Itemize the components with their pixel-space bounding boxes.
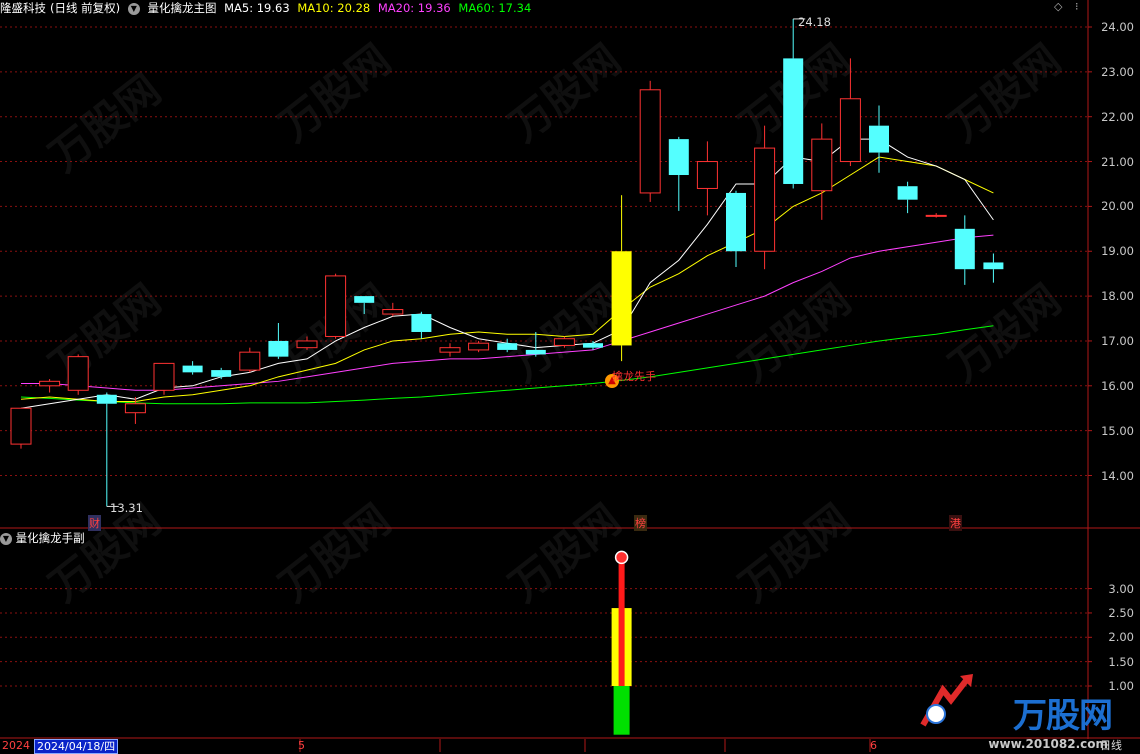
candle-body xyxy=(839,98,861,163)
sub-green-bar xyxy=(613,686,630,735)
candle-body xyxy=(296,340,318,349)
price-tick-label: 17.00 xyxy=(1101,333,1134,348)
month-5-label: 5 xyxy=(298,739,305,752)
price-tick-label: 22.00 xyxy=(1101,109,1134,124)
ma5-value: MA5: 19.63 xyxy=(224,1,290,15)
ma10-value: MA10: 20.28 xyxy=(297,1,371,15)
candle-body xyxy=(211,370,232,377)
date-start: 2024 xyxy=(2,739,30,752)
candle-body xyxy=(668,139,689,176)
date-axis: 2024 2024/04/18/四 5 6 日线 xyxy=(0,739,1140,754)
sub-tick-label: 3.00 xyxy=(1108,581,1134,596)
signal-label: 擒龙先手 xyxy=(612,370,656,383)
candle-body xyxy=(553,338,575,346)
candle-body xyxy=(268,340,289,357)
candle-body xyxy=(583,343,603,348)
candle-body xyxy=(354,296,375,303)
candle-body xyxy=(10,407,32,445)
ma20-value: MA20: 19.36 xyxy=(377,1,451,15)
candle-body xyxy=(783,58,804,184)
price-tick-label: 24.00 xyxy=(1101,20,1134,34)
price-tick-label: 15.00 xyxy=(1101,423,1134,438)
candle-body xyxy=(468,342,490,351)
candle-body xyxy=(382,309,404,315)
candle-body xyxy=(153,362,175,391)
price-tick-label: 21.00 xyxy=(1101,154,1134,169)
month-6-label: 6 xyxy=(870,739,877,752)
sub-tick-label: 1.00 xyxy=(1108,679,1134,693)
candle-body xyxy=(869,125,889,153)
brand-logo: 万股网 xyxy=(1013,696,1113,736)
more-icon[interactable]: ⁝ xyxy=(1075,0,1079,13)
candle-body xyxy=(67,356,89,391)
brand-url: www.201082.com xyxy=(988,737,1108,751)
price-tick-label: 23.00 xyxy=(1101,64,1134,79)
candle-body xyxy=(439,347,461,353)
candlestick-chart[interactable] xyxy=(0,0,1140,753)
sub-indicator-title: ▼ 量化擒龙手副 xyxy=(0,530,85,546)
ranking-marker[interactable]: 榜 xyxy=(634,515,647,531)
candle-body xyxy=(39,380,61,387)
sub-tick-label: 2.50 xyxy=(1108,605,1134,620)
candle-body xyxy=(726,192,746,252)
candle-body xyxy=(811,138,833,192)
sub-indicator-name[interactable]: 量化擒龙手副 xyxy=(16,531,85,545)
sub-red-bar xyxy=(618,559,625,686)
candle-body xyxy=(611,251,632,346)
selected-date: 2024/04/18/四 xyxy=(34,739,119,754)
finance-marker[interactable]: 财 xyxy=(88,515,101,531)
sub-indicator-menu-icon[interactable]: ▼ xyxy=(0,532,12,545)
candle-body xyxy=(411,314,432,332)
candle-body xyxy=(983,262,1004,270)
period-label: (日线 前复权) xyxy=(50,1,121,15)
hk-connect-marker[interactable]: 港 xyxy=(949,515,962,531)
price-tick-label: 18.00 xyxy=(1101,289,1134,304)
candle-body xyxy=(696,161,718,189)
candle-body xyxy=(954,228,975,270)
candle-body xyxy=(182,365,203,373)
candle-body xyxy=(325,275,347,337)
price-tick-label: 16.00 xyxy=(1101,378,1134,393)
high-price-label: 24.18 xyxy=(798,15,831,29)
price-tick-label: 20.00 xyxy=(1101,199,1134,214)
sub-tick-label: 2.00 xyxy=(1108,630,1134,645)
candle-body xyxy=(639,89,661,194)
indicator-name[interactable]: 量化擒龙主图 xyxy=(147,1,216,15)
candle-body xyxy=(897,186,918,200)
sub-signal-dot xyxy=(614,550,629,565)
candle-body xyxy=(96,394,117,404)
candle-body xyxy=(925,214,947,217)
indicator-menu-icon[interactable]: ▼ xyxy=(127,2,140,15)
candle-body xyxy=(525,349,546,355)
indicator-title-bar: 隆盛科技 (日线 前复权) ▼ 量化擒龙主图 MA5: 19.63 MA10: 2… xyxy=(0,0,1088,15)
diamond-icon[interactable]: ◇ xyxy=(1054,0,1062,13)
candle-body xyxy=(497,343,518,350)
price-tick-label: 14.00 xyxy=(1101,468,1134,483)
candle-body xyxy=(754,147,776,252)
logo-arrow-icon xyxy=(918,670,978,730)
candle-body xyxy=(239,351,261,371)
ma60-value: MA60: 17.34 xyxy=(458,1,532,15)
low-price-label: 13.31 xyxy=(110,501,143,515)
sub-tick-label: 1.50 xyxy=(1108,654,1134,669)
candle-body xyxy=(124,403,146,414)
stock-name: 隆盛科技 xyxy=(0,1,46,15)
price-tick-label: 19.00 xyxy=(1101,244,1134,259)
